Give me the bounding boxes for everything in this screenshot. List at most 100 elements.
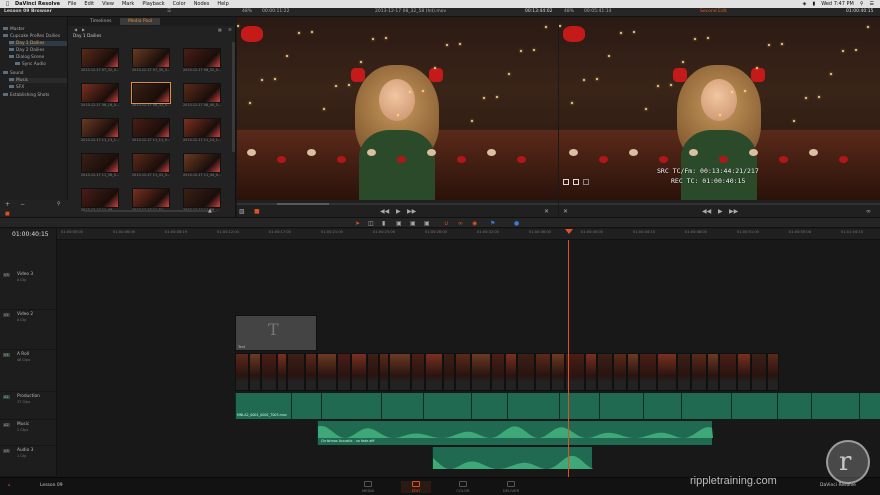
forward-arrow-icon[interactable]: ▶ [82,27,85,32]
video-clip[interactable] [677,353,691,391]
tree-item-music[interactable]: Music [9,78,67,83]
video-clip[interactable] [317,353,337,391]
thumb-size-slider[interactable] [84,210,214,212]
loop-icon[interactable]: ∞ [866,208,871,215]
video-clip[interactable] [719,353,737,391]
menu-color[interactable]: Color [173,1,186,7]
clip-thumbnail[interactable]: 2013-12-17 07_35_3... [132,48,170,73]
audio-clip[interactable] [599,393,643,419]
clip-thumbnail[interactable]: 2013-12-17 08_32_0... [183,48,221,73]
jkl-icon[interactable]: ▧ [239,208,245,215]
add-bin-icon[interactable]: + [5,201,10,208]
wipe-icon[interactable]: ✕ [563,208,568,215]
blade-tool-icon[interactable]: ▮ [382,220,385,227]
video-clip[interactable] [551,353,565,391]
tab-timelines[interactable]: Timelines [82,18,119,25]
tree-item-day2[interactable]: Day 2 Dailies [9,48,44,53]
audio-clip[interactable] [681,393,731,419]
list-view-icon[interactable]: ☰ [228,27,232,32]
clip-thumbnail[interactable]: 2013-12-17 08_16_0... [81,83,119,108]
title-clip[interactable]: T Text [235,315,317,351]
menu-mark[interactable]: Mark [122,1,134,7]
menubar-clock[interactable]: Wed 7:47 PM [821,1,854,7]
page-deliver[interactable]: DELIVER [496,481,526,493]
tree-item-sound[interactable]: Sound [3,71,24,76]
audio-clip[interactable] [321,393,381,419]
clip-thumbnail[interactable]: 2013-12-17 11_13_1... [81,118,119,143]
video-clip[interactable] [627,353,639,391]
track-header-v3[interactable]: V3 Video 3 0 Clip [0,270,57,310]
clip-thumbnail[interactable]: 2013-12-17 11_14_1... [183,118,221,143]
menu-view[interactable]: View [102,1,114,7]
browser-scrollbar[interactable] [232,42,235,152]
page-color[interactable]: COLOR [448,481,478,493]
video-clip[interactable] [505,353,517,391]
timeline-ruler[interactable]: 01:00:00:00 01:00:06:06 01:00:08:19 01:00:1… [57,229,880,240]
music-clip[interactable]: Christmas Acoustic - no fade.aiff [317,421,713,445]
video-clip[interactable] [305,353,317,391]
timeline-viewer[interactable]: SRC TC/Fm: 00:13:44:21/217 REC TC: 01:00… [559,17,880,200]
tree-item-establishing[interactable]: Establishing Shots [3,93,49,98]
overwrite-icon[interactable]: ▣ [410,220,416,227]
video-clip[interactable] [491,353,505,391]
clip-thumbnail[interactable]: 2013-12-17 11_41_3... [132,153,170,178]
grid-view-icon[interactable]: ▦ [218,27,222,32]
audio-clip[interactable] [559,393,599,419]
menu-file[interactable]: File [68,1,76,7]
video-clip[interactable] [351,353,367,391]
menu-nodes[interactable]: Nodes [194,1,210,7]
track-header-a3[interactable]: A3 Audio 3 1 Clip [0,446,57,477]
search-icon[interactable]: ⚲ [860,1,864,7]
video-clip[interactable] [707,353,719,391]
tree-item-day1[interactable]: Day 1 Dailies [9,41,67,46]
back-arrow-icon[interactable]: ◀ [74,27,77,32]
track-header-a2[interactable]: A2 Music 2 Clips [0,420,57,446]
clip-thumbnail[interactable]: 2013-12-17 11_44_0... [183,153,221,178]
video-clip[interactable] [261,353,277,391]
record-zoom[interactable]: 48% [564,9,574,14]
audio-clip[interactable] [777,393,811,419]
source-zoom[interactable]: 48% [242,9,252,14]
video-clip[interactable] [691,353,707,391]
marker-icon[interactable]: ● [514,220,519,227]
audio-clip[interactable] [859,393,880,419]
video-clip[interactable] [597,353,613,391]
menu-edit[interactable]: Edit [84,1,94,7]
battery-icon[interactable]: ▮ [812,1,815,7]
track-header-v1[interactable]: V1 A Roll 46 Clips [0,350,57,392]
clip-thumbnail[interactable]: 2013-12-17 08_32_5... [131,82,171,108]
audio-clip[interactable] [423,393,471,419]
select-tool-icon[interactable]: ➤ [355,220,360,227]
video-clip[interactable] [639,353,657,391]
home-icon[interactable]: ⌂ [8,482,11,487]
wifi-icon[interactable]: ◈ [803,1,807,7]
menu-help[interactable]: Help [217,1,228,7]
tree-item-master[interactable]: Master [3,27,25,32]
tab-media-pool[interactable]: Media Pool [120,18,161,25]
timeline-tracks[interactable]: T Text MNLA2_0001_0001_T003.mov Christma… [57,240,880,477]
source-viewer[interactable] [237,17,558,200]
video-clip[interactable] [425,353,443,391]
page-media[interactable]: MEDIA [353,481,383,493]
apple-icon[interactable]:  [6,1,9,7]
video-clip[interactable] [751,353,767,391]
audio-clip[interactable] [381,393,423,419]
search-icon[interactable]: ⚲ [57,201,61,207]
audio-clip[interactable] [507,393,559,419]
stop-icon[interactable]: ■ [254,208,260,215]
video-clip[interactable] [657,353,677,391]
video-clip[interactable] [443,353,455,391]
tree-item-sync[interactable]: Sync Audio [15,62,46,67]
video-clip[interactable] [277,353,287,391]
link-icon[interactable]: ∞ [458,220,463,227]
play-icon[interactable]: ▶ [718,208,723,215]
clip-thumbnail[interactable]: 2013-12-17 07_32_4... [81,48,119,73]
audio-clip[interactable] [731,393,777,419]
video-clip[interactable] [379,353,389,391]
video-clip[interactable] [737,353,751,391]
video-clip[interactable] [455,353,471,391]
play-icon[interactable]: ▶ [396,208,401,215]
tree-item-dialog[interactable]: Dialog Scene [9,55,44,60]
video-clip[interactable] [517,353,535,391]
tree-item-cupcake[interactable]: Cupcake ProRes Dailies [3,34,60,39]
